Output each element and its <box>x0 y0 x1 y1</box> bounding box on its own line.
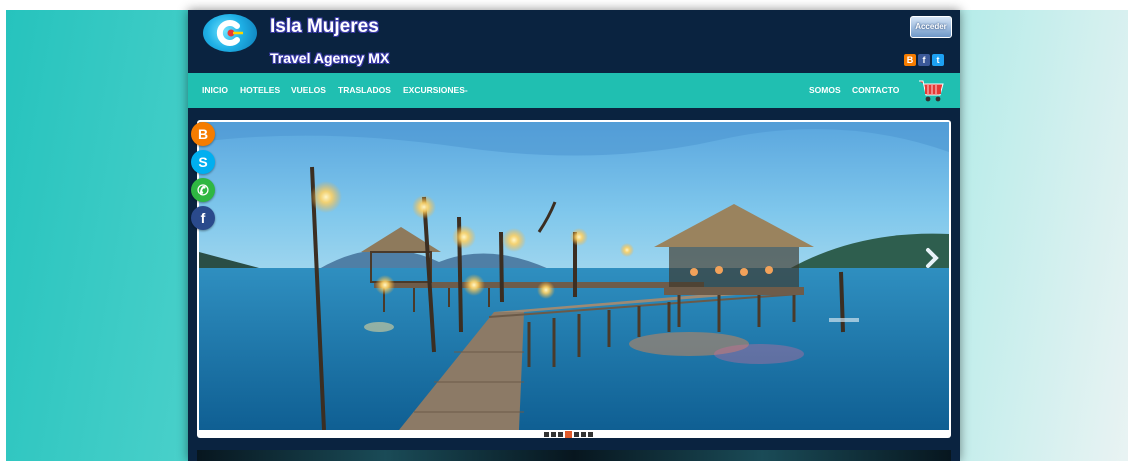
nav-item-vuelos[interactable]: VUELOS <box>291 85 326 95</box>
slider-next-arrow[interactable] <box>923 244 943 272</box>
blogger-icon[interactable]: B <box>904 54 916 66</box>
site-container: Isla Mujeres Travel Agency MX Acceder B … <box>188 10 960 461</box>
slider-dot[interactable] <box>544 432 549 437</box>
nav-item-inicio[interactable]: INICIO <box>202 85 228 95</box>
site-title[interactable]: Isla Mujeres <box>270 16 379 38</box>
slider-dot-active[interactable] <box>565 431 572 438</box>
login-button[interactable]: Acceder <box>910 16 952 38</box>
skype-icon[interactable]: S <box>191 150 215 174</box>
shopping-cart-icon[interactable] <box>918 77 944 105</box>
blogger-icon[interactable]: B <box>191 122 215 146</box>
nav-item-somos[interactable]: SOMOS <box>809 85 841 95</box>
slider-pagination <box>544 431 593 438</box>
content-banner <box>197 450 951 461</box>
facebook-icon[interactable]: f <box>191 206 215 230</box>
nav-item-traslados[interactable]: TRASLADOS <box>338 85 391 95</box>
whatsapp-icon[interactable]: ✆ <box>191 178 215 202</box>
hero-slider <box>197 120 951 438</box>
main-nav: INICIO HOTELES VUELOS TRASLADOS EXCURSIO… <box>188 73 960 108</box>
nav-item-hoteles[interactable]: HOTELES <box>240 85 280 95</box>
nav-item-contacto[interactable]: CONTACTO <box>852 85 899 95</box>
chevron-right-icon <box>926 248 939 268</box>
slider-dot[interactable] <box>581 432 586 437</box>
site-subtitle: Travel Agency MX <box>270 50 390 66</box>
facebook-icon[interactable]: f <box>918 54 930 66</box>
site-logo-icon[interactable] <box>203 14 257 52</box>
header-social-links: B f t <box>904 54 944 66</box>
floating-social-bar: B S ✆ f <box>191 122 215 230</box>
nav-item-excursiones[interactable]: EXCURSIONES- <box>403 85 468 95</box>
slider-dot[interactable] <box>588 432 593 437</box>
twitter-icon[interactable]: t <box>932 54 944 66</box>
slider-dot[interactable] <box>558 432 563 437</box>
hero-slide-image <box>199 122 949 430</box>
slider-dot[interactable] <box>551 432 556 437</box>
slider-dot[interactable] <box>574 432 579 437</box>
